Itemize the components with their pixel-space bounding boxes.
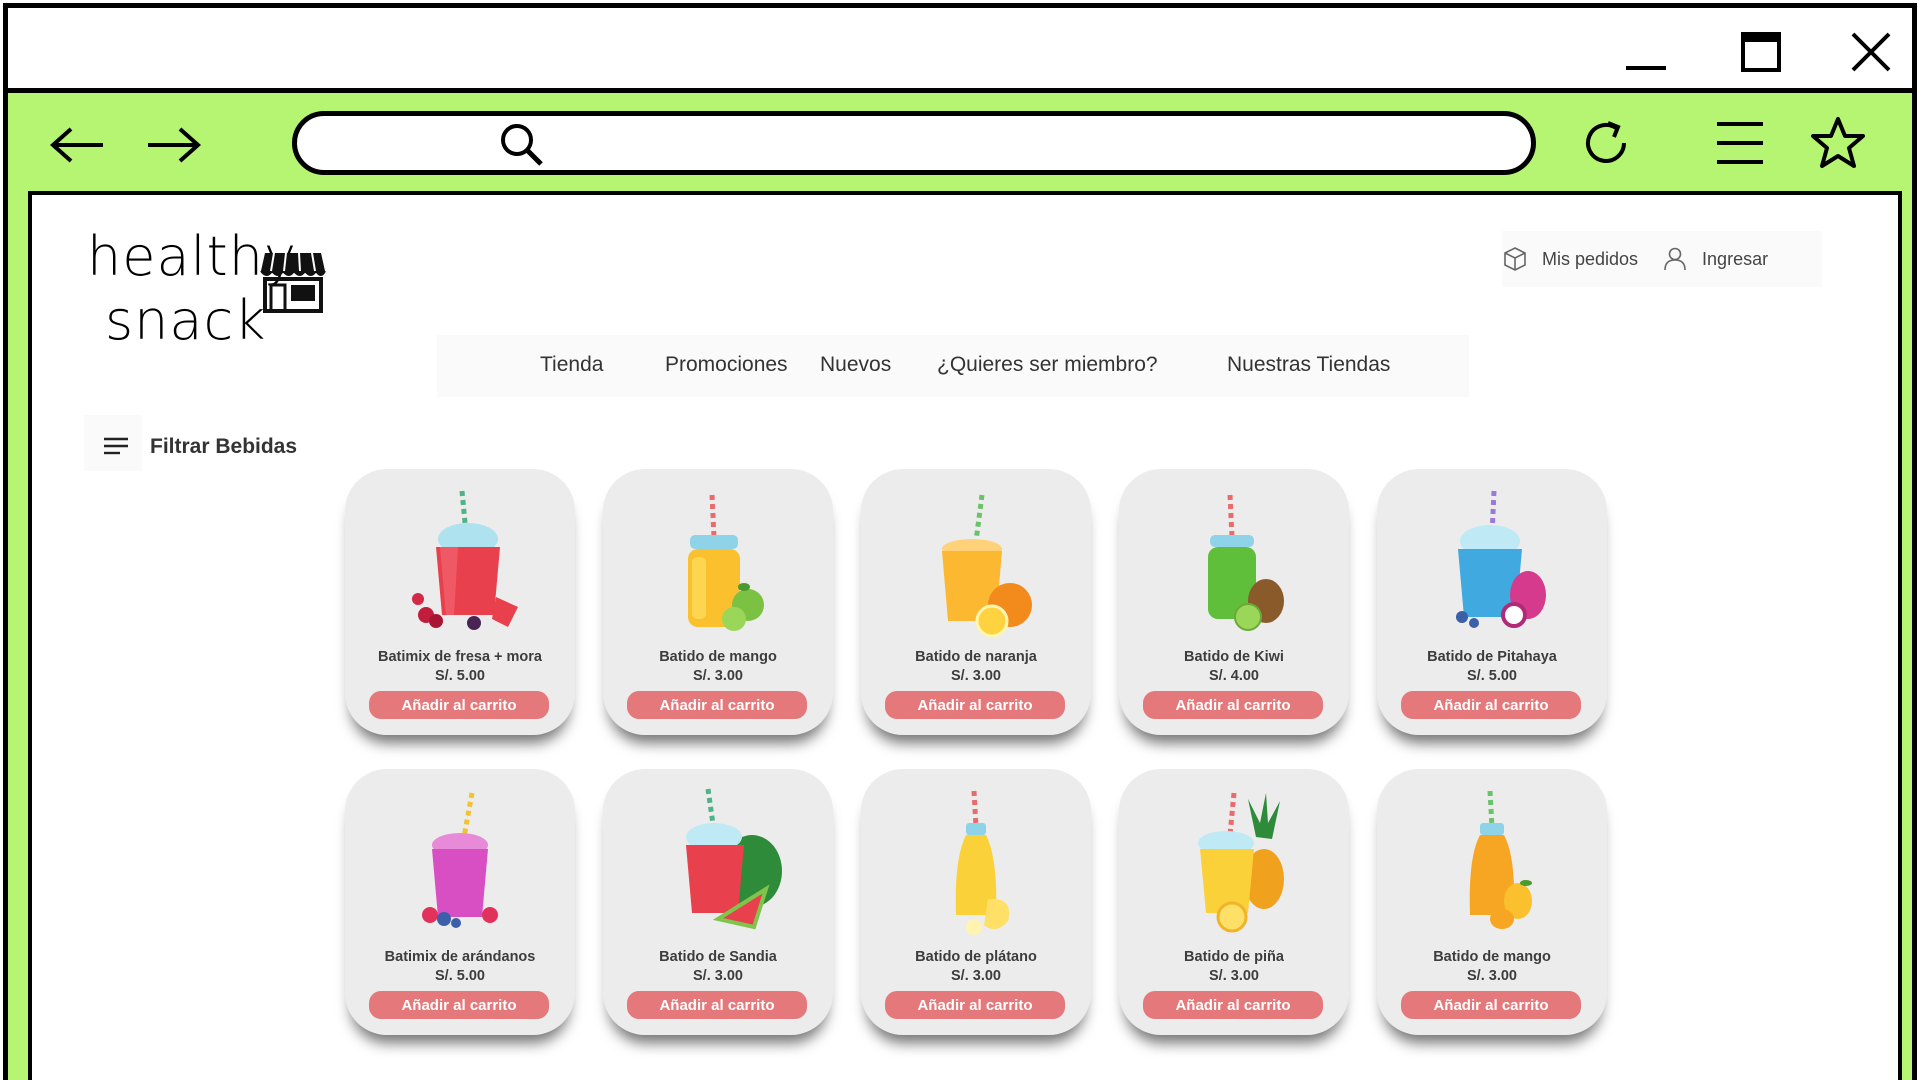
- menu-icon[interactable]: [1708, 111, 1772, 175]
- nav-item-nuevos[interactable]: Nuevos: [820, 353, 891, 377]
- maximize-icon[interactable]: [1733, 24, 1789, 80]
- login-label: Ingresar: [1702, 248, 1769, 269]
- blueberry-smoothie-icon: [422, 792, 498, 928]
- login-link[interactable]: Ingresar: [1662, 246, 1768, 272]
- product-name: Batido de mango: [659, 649, 777, 665]
- nav-item-tienda[interactable]: Tienda: [540, 353, 603, 377]
- product-price: S/. 5.00: [435, 668, 485, 684]
- store-icon: [260, 252, 326, 313]
- nav-item-promociones[interactable]: Promociones: [665, 353, 788, 377]
- close-icon[interactable]: [1843, 24, 1899, 80]
- my-orders-label: Mis pedidos: [1542, 248, 1639, 269]
- add-to-cart-button[interactable]: Añadir al carrito: [1143, 991, 1323, 1019]
- account-links: Mis pedidos Ingresar: [1502, 231, 1822, 287]
- product-card: Batido de Sandia S/. 3.00 Añadir al carr…: [603, 769, 833, 1035]
- browser-window: healthy snack Mis pedidos Ingresar Tiend…: [3, 3, 1917, 1080]
- product-name: Batido de Kiwi: [1184, 649, 1284, 665]
- product-name: Batido de naranja: [915, 649, 1037, 665]
- add-to-cart-button[interactable]: Añadir al carrito: [1401, 991, 1581, 1019]
- address-input[interactable]: [567, 124, 1467, 164]
- site-logo[interactable]: healthy snack: [87, 225, 347, 355]
- minimize-icon[interactable]: [1618, 24, 1674, 80]
- nav-item-stores[interactable]: Nuestras Tiendas: [1227, 353, 1390, 377]
- product-card: Batido de piña S/. 3.00 Añadir al carrit…: [1119, 769, 1349, 1035]
- product-name: Batido de mango: [1433, 949, 1551, 965]
- web-page: healthy snack Mis pedidos Ingresar Tiend…: [28, 191, 1902, 1080]
- arrow-right-icon[interactable]: [139, 115, 209, 175]
- mango-smoothie-icon: [688, 494, 764, 631]
- product-price: S/. 3.00: [693, 668, 743, 684]
- my-orders-link[interactable]: Mis pedidos: [1502, 246, 1638, 272]
- product-card: Batido de naranja S/. 3.00 Añadir al car…: [861, 469, 1091, 735]
- product-price: S/. 3.00: [951, 668, 1001, 684]
- product-card: Batimix de arándanos S/. 5.00 Añadir al …: [345, 769, 575, 1035]
- product-card: Batido de mango S/. 3.00 Añadir al carri…: [603, 469, 833, 735]
- product-card: Batido de Kiwi S/. 4.00 Añadir al carrit…: [1119, 469, 1349, 735]
- search-icon: [501, 124, 543, 166]
- product-price: S/. 5.00: [1467, 668, 1517, 684]
- strawberry-blackberry-smoothie-icon: [412, 490, 518, 630]
- star-icon[interactable]: [1806, 111, 1870, 175]
- add-to-cart-button[interactable]: Añadir al carrito: [1401, 691, 1581, 719]
- orange-smoothie-icon: [942, 494, 1032, 637]
- product-price: S/. 3.00: [1467, 968, 1517, 984]
- banana-smoothie-icon: [955, 790, 1010, 935]
- product-name: Batimix de arándanos: [384, 949, 536, 965]
- box-icon: [1504, 247, 1526, 271]
- product-price: S/. 5.00: [435, 968, 485, 984]
- add-to-cart-button[interactable]: Añadir al carrito: [369, 691, 549, 719]
- product-card: Batimix de fresa + mora S/. 5.00 Añadir …: [345, 469, 575, 735]
- product-price: S/. 3.00: [951, 968, 1001, 984]
- watermelon-smoothie-icon: [686, 788, 782, 930]
- product-name: Batimix de fresa + mora: [377, 649, 542, 665]
- add-to-cart-button[interactable]: Añadir al carrito: [627, 691, 807, 719]
- address-bar[interactable]: [292, 111, 1536, 175]
- filter-lines-icon: [104, 437, 128, 455]
- title-bar: [8, 8, 1912, 88]
- main-nav: Tienda Promociones Nuevos ¿Quieres ser m…: [437, 335, 1469, 397]
- add-to-cart-button[interactable]: Añadir al carrito: [369, 991, 549, 1019]
- reload-icon[interactable]: [1574, 111, 1638, 175]
- product-card: Batido de mango S/. 3.00 Añadir al carri…: [1377, 769, 1607, 1035]
- mango-bottle-smoothie-icon: [1469, 790, 1532, 929]
- pitahaya-smoothie-icon: [1456, 490, 1546, 628]
- pineapple-smoothie-icon: [1198, 792, 1284, 933]
- product-card: Batido de Pitahaya S/. 5.00 Añadir al ca…: [1377, 469, 1607, 735]
- nav-item-membership[interactable]: ¿Quieres ser miembro?: [937, 353, 1158, 377]
- product-name: Batido de plátano: [915, 949, 1037, 965]
- kiwi-smoothie-icon: [1208, 494, 1284, 631]
- add-to-cart-button[interactable]: Añadir al carrito: [627, 991, 807, 1019]
- filter-button[interactable]: [84, 415, 142, 471]
- browser-toolbar: healthy snack Mis pedidos Ingresar Tiend…: [8, 88, 1912, 1080]
- product-name: Batido de piña: [1184, 949, 1284, 965]
- product-price: S/. 4.00: [1209, 668, 1259, 684]
- product-card: Batido de plátano S/. 3.00 Añadir al car…: [861, 769, 1091, 1035]
- product-price: S/. 3.00: [693, 968, 743, 984]
- product-price: S/. 3.00: [1209, 968, 1259, 984]
- add-to-cart-button[interactable]: Añadir al carrito: [885, 991, 1065, 1019]
- product-name: Batido de Pitahaya: [1427, 649, 1557, 665]
- product-name: Batido de Sandia: [659, 949, 777, 965]
- logo-text-line2: snack: [105, 289, 267, 352]
- user-icon: [1664, 247, 1686, 271]
- add-to-cart-button[interactable]: Añadir al carrito: [1143, 691, 1323, 719]
- add-to-cart-button[interactable]: Añadir al carrito: [885, 691, 1065, 719]
- filter-label: Filtrar Bebidas: [150, 435, 298, 458]
- arrow-left-icon[interactable]: [42, 115, 112, 175]
